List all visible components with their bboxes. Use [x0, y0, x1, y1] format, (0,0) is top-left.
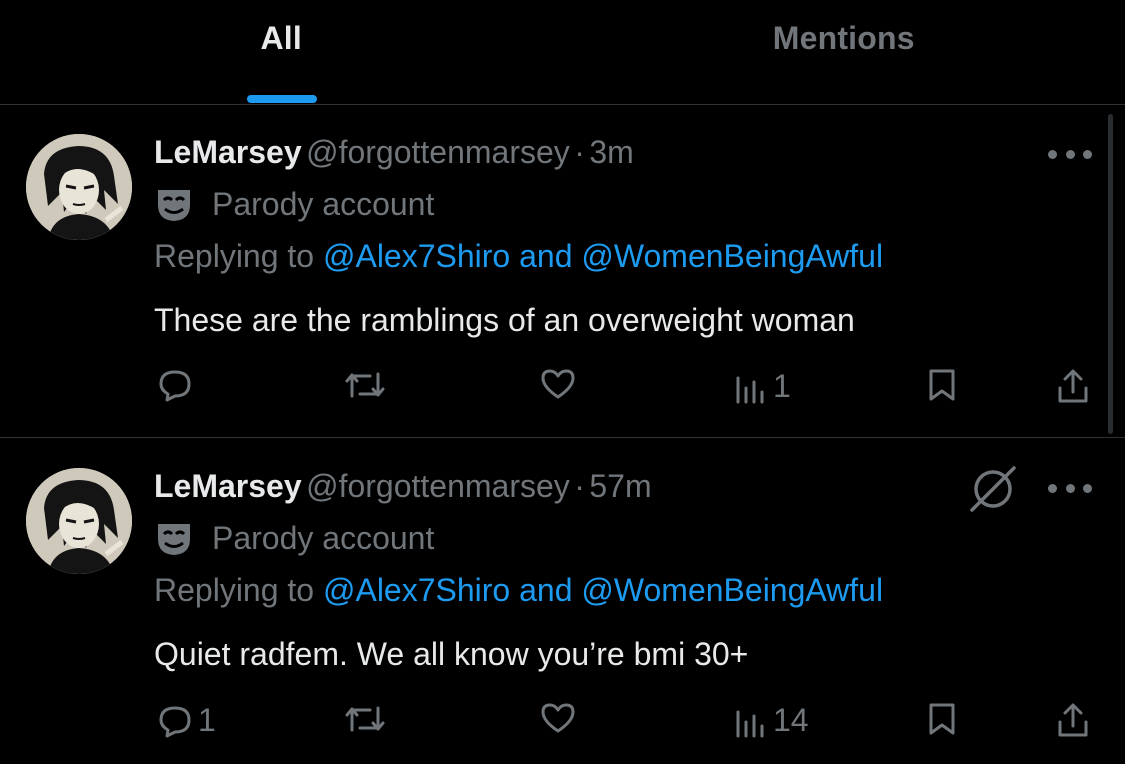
heart-icon: [541, 703, 575, 733]
timestamp[interactable]: 3m: [589, 134, 633, 170]
share-icon: [1058, 703, 1088, 737]
views-count: 14: [773, 702, 809, 738]
mask-icon: [158, 523, 190, 555]
tab-divider: [0, 104, 1125, 105]
like-button[interactable]: [540, 702, 582, 734]
reply-icon: [159, 370, 191, 402]
reply-and: and: [519, 238, 573, 274]
tab-mentions-label: Mentions: [772, 20, 915, 56]
avatar[interactable]: [26, 468, 132, 574]
separator: ·: [574, 134, 585, 170]
bookmark-button[interactable]: [926, 702, 958, 736]
display-name[interactable]: LeMarsey: [154, 134, 302, 170]
tweet-divider: [0, 437, 1125, 438]
avatar-image: [26, 134, 132, 240]
heart-icon: [541, 369, 575, 399]
tab-bar: All Mentions: [0, 0, 1125, 104]
share-button[interactable]: [1056, 368, 1090, 404]
parody-label: Parody account: [154, 520, 434, 557]
replying-prefix: Replying to: [154, 572, 315, 608]
tab-all[interactable]: All: [0, 0, 563, 104]
tweet-actions: 1: [0, 368, 1125, 418]
mention-link[interactable]: @WomenBeingAwful: [581, 238, 883, 274]
separator: ·: [574, 468, 585, 504]
repost-icon: [345, 706, 385, 732]
tab-all-label: All: [260, 20, 302, 56]
replying-prefix: Replying to: [154, 238, 315, 274]
avatar[interactable]: [26, 134, 132, 240]
views-icon: [736, 376, 764, 403]
views-count: 1: [773, 368, 791, 404]
tweet-actions: 1 14: [0, 702, 1125, 752]
notifications-page: All Mentions LeMarsey @forgottenmarsey ·…: [0, 0, 1125, 764]
share-icon: [1058, 369, 1088, 403]
tab-mentions[interactable]: Mentions: [563, 0, 1125, 104]
reply-count: 1: [198, 702, 216, 738]
views-button[interactable]: 14: [735, 702, 809, 739]
reply-and: and: [519, 572, 573, 608]
parody-text: Parody account: [212, 520, 435, 556]
timestamp[interactable]: 57m: [589, 468, 651, 504]
more-icon[interactable]: [1048, 150, 1092, 162]
tweet-text: These are the ramblings of an overweight…: [154, 302, 855, 338]
views-button[interactable]: 1: [735, 368, 791, 405]
avatar-image: [26, 468, 132, 574]
mask-icon: [158, 189, 190, 221]
share-button[interactable]: [1056, 702, 1090, 738]
bookmark-icon: [929, 369, 955, 401]
parody-text: Parody account: [212, 186, 435, 222]
muted-icon[interactable]: [966, 462, 1020, 516]
reply-icon: [159, 706, 191, 737]
tweet-header: LeMarsey @forgottenmarsey · 57m: [154, 468, 652, 505]
repost-button[interactable]: [344, 702, 392, 736]
reply-button[interactable]: [158, 368, 198, 402]
bookmark-icon: [929, 703, 955, 735]
display-name[interactable]: LeMarsey: [154, 468, 302, 504]
tweet-text: Quiet radfem. We all know you’re bmi 30+: [154, 636, 749, 672]
replying-to: Replying to @Alex7Shiro and @WomenBeingA…: [154, 572, 883, 609]
mention-link[interactable]: @WomenBeingAwful: [581, 572, 883, 608]
tweet-header: LeMarsey @forgottenmarsey · 3m: [154, 134, 634, 171]
more-icon[interactable]: [1048, 484, 1092, 496]
parody-label: Parody account: [154, 186, 434, 223]
user-handle[interactable]: @forgottenmarsey: [306, 134, 570, 170]
active-tab-indicator: [247, 95, 317, 103]
repost-button[interactable]: [344, 368, 392, 402]
replying-to: Replying to @Alex7Shiro and @WomenBeingA…: [154, 238, 883, 275]
repost-icon: [345, 372, 385, 398]
bookmark-button[interactable]: [926, 368, 958, 402]
mention-link[interactable]: @Alex7Shiro: [323, 238, 510, 274]
user-handle[interactable]: @forgottenmarsey: [306, 468, 570, 504]
like-button[interactable]: [540, 368, 582, 400]
reply-button[interactable]: 1: [158, 702, 216, 739]
views-icon: [736, 710, 764, 737]
mention-link[interactable]: @Alex7Shiro: [323, 572, 510, 608]
